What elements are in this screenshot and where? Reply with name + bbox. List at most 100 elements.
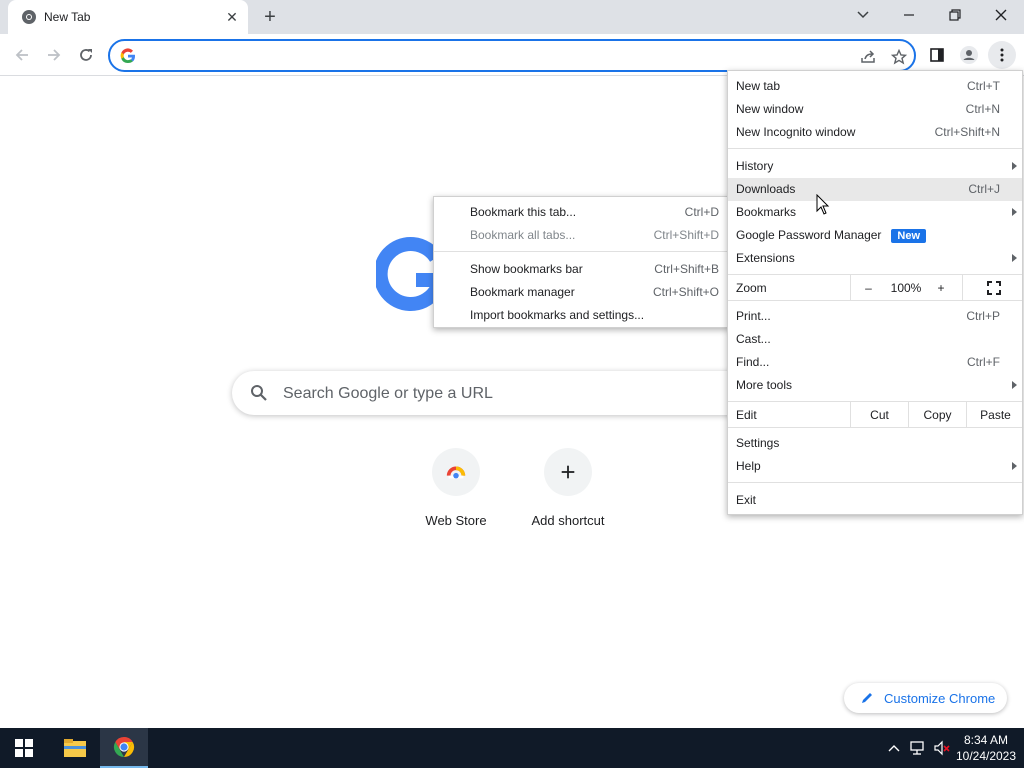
menu-item-label: Exit bbox=[736, 493, 757, 507]
menu-item-bookmark-manager[interactable]: Bookmark manager Ctrl+Shift+O bbox=[434, 281, 729, 304]
tab-new-tab[interactable]: New Tab ✕ bbox=[8, 0, 248, 34]
share-icon[interactable] bbox=[858, 47, 878, 67]
menu-item-import-bookmarks[interactable]: Import bookmarks and settings... bbox=[434, 304, 729, 327]
zoom-out-button[interactable]: – bbox=[850, 275, 886, 300]
menu-item-settings[interactable]: Settings bbox=[728, 432, 1022, 455]
menu-separator bbox=[728, 148, 1022, 149]
plus-icon bbox=[544, 448, 592, 496]
submenu-arrow-icon bbox=[1012, 462, 1017, 470]
zoom-in-button[interactable]: + bbox=[926, 275, 956, 300]
menu-item-label: New window bbox=[736, 102, 804, 116]
menu-item-password-manager[interactable]: Google Password Manager New bbox=[728, 224, 1022, 247]
menu-item-new-incognito[interactable]: New Incognito window Ctrl+Shift+N bbox=[728, 121, 1022, 144]
menu-item-cast[interactable]: Cast... bbox=[728, 328, 1022, 351]
menu-item-shortcut: Ctrl+Shift+B bbox=[654, 262, 719, 276]
menu-item-label: Bookmark this tab... bbox=[470, 205, 577, 219]
new-tab-button[interactable]: + bbox=[258, 5, 282, 29]
menu-item-label: New Incognito window bbox=[736, 125, 856, 139]
menu-item-label: Edit bbox=[736, 408, 757, 422]
menu-item-help[interactable]: Help bbox=[728, 455, 1022, 478]
web-store-icon bbox=[432, 448, 480, 496]
menu-item-label: Import bookmarks and settings... bbox=[470, 308, 645, 322]
menu-item-find[interactable]: Find... Ctrl+F bbox=[728, 351, 1022, 374]
menu-item-more-tools[interactable]: More tools bbox=[728, 374, 1022, 397]
address-bar[interactable] bbox=[108, 39, 916, 72]
submenu-arrow-icon bbox=[1012, 162, 1017, 170]
shortcut-web-store[interactable]: Web Store bbox=[400, 448, 512, 538]
chrome-menu: New tab Ctrl+T New window Ctrl+N New Inc… bbox=[727, 70, 1023, 515]
shortcut-label: Add shortcut bbox=[531, 513, 605, 528]
menu-item-extensions[interactable]: Extensions bbox=[728, 247, 1022, 270]
menu-item-label: History bbox=[736, 159, 774, 173]
reload-button[interactable] bbox=[74, 43, 98, 67]
menu-item-label: Bookmarks bbox=[736, 205, 797, 219]
chrome-menu-button[interactable] bbox=[988, 41, 1016, 69]
copy-button[interactable]: Copy bbox=[908, 402, 966, 427]
fullscreen-icon bbox=[986, 280, 1001, 295]
menu-item-label: Show bookmarks bar bbox=[470, 262, 583, 276]
chrome-icon bbox=[21, 9, 37, 25]
menu-item-shortcut: Ctrl+N bbox=[965, 102, 1000, 116]
menu-item-exit[interactable]: Exit bbox=[728, 489, 1022, 512]
clock-date: 10/24/2023 bbox=[955, 749, 1017, 763]
side-panel-icon[interactable] bbox=[925, 43, 949, 67]
shortcut-label: Web Store bbox=[425, 513, 487, 528]
cut-button[interactable]: Cut bbox=[850, 402, 908, 427]
taskbar: 8:34 AM 10/24/2023 bbox=[0, 728, 1024, 768]
windows-icon bbox=[15, 739, 33, 757]
file-explorer-button[interactable] bbox=[51, 728, 99, 768]
menu-row-zoom: Zoom – 100% + bbox=[728, 275, 1022, 300]
customize-chrome-button[interactable]: Customize Chrome bbox=[844, 683, 1007, 713]
menu-item-shortcut: Ctrl+Shift+N bbox=[934, 125, 1000, 139]
submenu-arrow-icon bbox=[1012, 381, 1017, 389]
minimize-button[interactable] bbox=[886, 0, 932, 30]
ntp-search-box[interactable]: Search Google or type a URL bbox=[232, 371, 792, 415]
tab-close-icon[interactable]: ✕ bbox=[222, 7, 242, 27]
clock[interactable]: 8:34 AM 10/24/2023 bbox=[950, 732, 1022, 764]
menu-separator bbox=[728, 482, 1022, 483]
menu-item-new-window[interactable]: New window Ctrl+N bbox=[728, 98, 1022, 121]
menu-item-label: Settings bbox=[736, 436, 780, 450]
clock-time: 8:34 AM bbox=[963, 733, 1009, 747]
menu-item-shortcut: Ctrl+D bbox=[684, 205, 719, 219]
network-button[interactable] bbox=[906, 728, 930, 768]
menu-item-label: Help bbox=[736, 459, 761, 473]
show-hidden-icons-button[interactable] bbox=[884, 728, 904, 768]
menu-item-shortcut: Ctrl+T bbox=[967, 79, 1000, 93]
search-icon bbox=[250, 384, 268, 402]
menu-item-shortcut: Ctrl+Shift+D bbox=[653, 228, 719, 242]
profile-avatar-icon[interactable] bbox=[957, 43, 981, 67]
close-window-button[interactable] bbox=[978, 0, 1024, 30]
chrome-taskbar-button[interactable] bbox=[100, 728, 148, 768]
submenu-arrow-icon bbox=[1012, 208, 1017, 216]
chrome-icon bbox=[113, 736, 135, 758]
forward-button[interactable] bbox=[42, 43, 66, 67]
menu-item-label: Downloads bbox=[736, 182, 796, 196]
menu-item-show-bookmarks-bar[interactable]: Show bookmarks bar Ctrl+Shift+B bbox=[434, 258, 729, 281]
menu-item-label: Bookmark all tabs... bbox=[470, 228, 576, 242]
menu-separator bbox=[728, 427, 1022, 428]
restore-button[interactable] bbox=[932, 0, 978, 30]
menu-item-print[interactable]: Print... Ctrl+P bbox=[728, 305, 1022, 328]
menu-row-edit: Edit Cut Copy Paste bbox=[728, 402, 1022, 427]
menu-item-label: Zoom bbox=[736, 281, 767, 295]
menu-item-label: Find... bbox=[736, 355, 770, 369]
paste-button[interactable]: Paste bbox=[966, 402, 1024, 427]
menu-item-shortcut: Ctrl+P bbox=[966, 309, 1000, 323]
menu-item-new-tab[interactable]: New tab Ctrl+T bbox=[728, 75, 1022, 98]
menu-item-downloads[interactable]: Downloads Ctrl+J bbox=[728, 178, 1022, 201]
start-button[interactable] bbox=[0, 728, 48, 768]
tab-title: New Tab bbox=[44, 10, 91, 24]
tab-search-icon[interactable] bbox=[840, 0, 886, 30]
menu-item-bookmarks[interactable]: Bookmarks bbox=[728, 201, 1022, 224]
password-manager-label: Google Password Manager bbox=[736, 228, 882, 242]
fullscreen-button[interactable] bbox=[962, 275, 1024, 300]
menu-item-bookmark-tab[interactable]: Bookmark this tab... Ctrl+D bbox=[434, 201, 729, 224]
menu-item-history[interactable]: History bbox=[728, 155, 1022, 178]
bookmark-star-icon[interactable] bbox=[889, 47, 909, 67]
menu-item-shortcut: Ctrl+F bbox=[967, 355, 1000, 369]
shortcut-add[interactable]: Add shortcut bbox=[512, 448, 624, 538]
menu-separator bbox=[728, 300, 1022, 301]
pencil-icon bbox=[862, 693, 872, 703]
back-button[interactable] bbox=[10, 43, 34, 67]
